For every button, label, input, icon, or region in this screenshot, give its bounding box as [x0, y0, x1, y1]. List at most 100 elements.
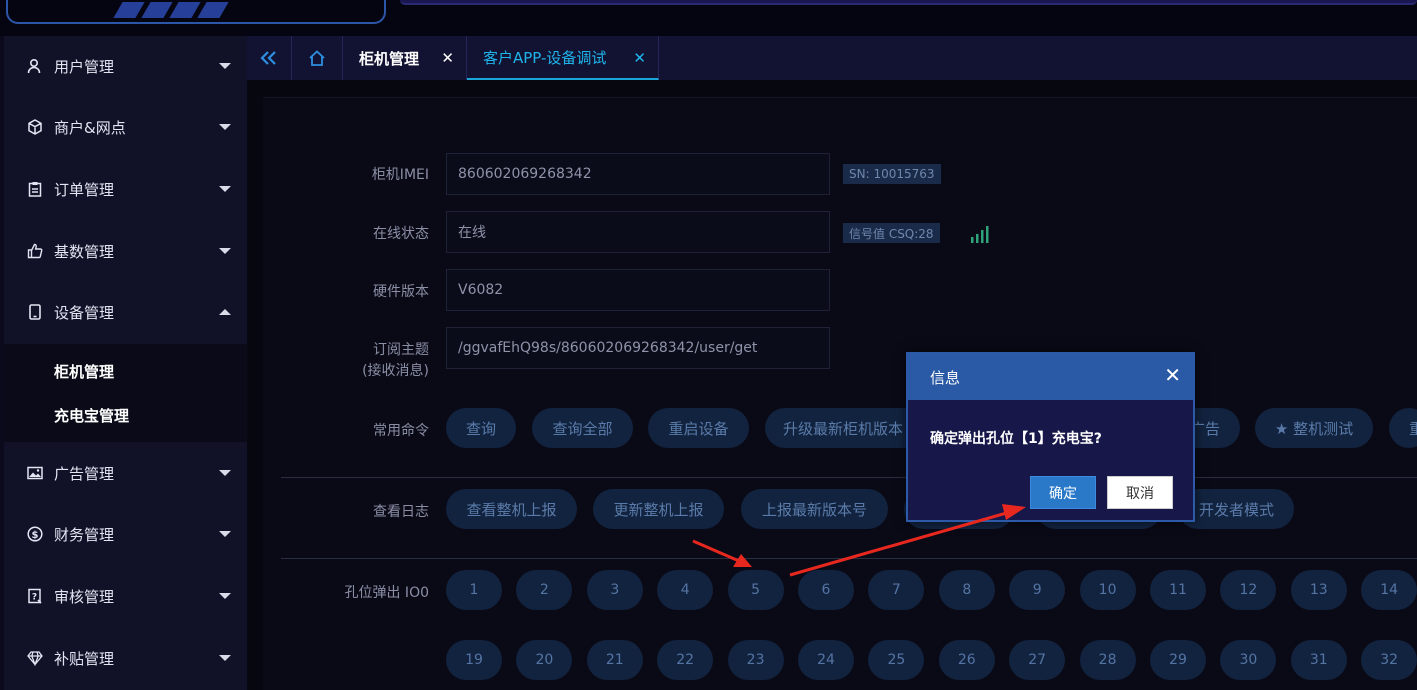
audit-icon: ?: [26, 587, 44, 605]
status-field[interactable]: 在线: [446, 211, 830, 253]
slot-button[interactable]: 20: [516, 640, 573, 680]
sidebar-item-label: 财务管理: [54, 525, 115, 544]
slot-button[interactable]: 26: [938, 640, 995, 680]
slot-button[interactable]: 9: [1009, 570, 1066, 610]
collapse-button[interactable]: [247, 36, 292, 80]
confirm-button[interactable]: 确定: [1030, 476, 1096, 509]
sidebar-item-subsidy[interactable]: 补贴管理: [4, 633, 247, 683]
dollar-icon: $: [26, 525, 44, 543]
slot-button[interactable]: 8: [938, 570, 995, 610]
sidebar-item-label: 审核管理: [54, 587, 115, 606]
chevron-down-icon: [219, 248, 231, 254]
home-button[interactable]: [292, 36, 343, 80]
slot-button[interactable]: 21: [586, 640, 643, 680]
dialog-header: 信息 ✕: [908, 354, 1193, 400]
query-button[interactable]: 查询: [446, 408, 516, 448]
logs-label: 查看日志: [373, 504, 429, 520]
chevron-down-icon: [219, 186, 231, 192]
slot-button[interactable]: 4: [657, 570, 714, 610]
restart-device-button[interactable]: 重启设备: [648, 408, 749, 448]
slot-button[interactable]: 29: [1150, 640, 1206, 680]
sidebar-item-devices[interactable]: 设备管理: [4, 287, 247, 337]
chevron-down-icon: [219, 63, 231, 69]
imei-label: 柜机IMEI: [371, 167, 429, 183]
sidebar-item-label: 广告管理: [54, 464, 115, 483]
slot-button[interactable]: 31: [1290, 640, 1347, 680]
full-test-button[interactable]: ★ 整机测试: [1255, 408, 1373, 448]
slot-button[interactable]: 10: [1079, 570, 1136, 610]
tab-label: 客户APP-设备调试: [483, 48, 607, 67]
svg-text:?: ?: [32, 593, 37, 603]
sidebar-item-base[interactable]: 基数管理: [4, 226, 247, 276]
slot-button[interactable]: 28: [1079, 640, 1136, 680]
sn-badge: SN: 10015763: [843, 164, 941, 184]
sidebar-item-label: 设备管理: [54, 303, 115, 322]
slot-button[interactable]: 23: [727, 640, 784, 680]
close-icon[interactable]: ✕: [633, 49, 646, 67]
topic-field[interactable]: /ggvafEhQ98s/860602069268342/user/get: [446, 327, 830, 369]
submenu-item-powerbank[interactable]: 充电宝管理: [54, 405, 129, 426]
slot-button[interactable]: 32: [1361, 640, 1417, 680]
chevron-up-icon: [219, 309, 231, 315]
slot-button[interactable]: 2: [516, 570, 573, 610]
sidebar-item-users[interactable]: 用户管理: [4, 41, 247, 91]
slot-button[interactable]: 12: [1220, 570, 1277, 610]
chevron-down-icon: [219, 593, 231, 599]
slot-button[interactable]: 27: [1009, 640, 1066, 680]
sidebar-item-audit[interactable]: ? 审核管理: [4, 571, 247, 621]
sidebar-item-ads[interactable]: 广告管理: [4, 448, 247, 498]
close-icon[interactable]: ✕: [441, 49, 454, 67]
slot-button[interactable]: 6: [798, 570, 854, 610]
slot-button[interactable]: 5: [727, 570, 784, 610]
signal-icon: [971, 226, 989, 243]
sidebar-item-label: 补贴管理: [54, 649, 115, 668]
divider: [281, 558, 1417, 559]
topic-label-line2: (接收消息): [362, 363, 429, 379]
svg-text:$: $: [32, 530, 39, 541]
submenu-item-cabinet[interactable]: 柜机管理: [54, 361, 114, 382]
sidebar-item-merchants[interactable]: 商户&网点: [4, 102, 247, 152]
chevron-down-icon: [219, 531, 231, 537]
slot-button[interactable]: 14: [1361, 570, 1417, 610]
slot-button[interactable]: 30: [1220, 640, 1277, 680]
upgrade-firmware-button[interactable]: 升级最新柜机版本: [765, 408, 925, 448]
slot-button[interactable]: 22: [657, 640, 714, 680]
imei-field[interactable]: 860602069268342: [446, 153, 830, 195]
image-icon: [26, 464, 44, 482]
slot-button[interactable]: 1: [446, 570, 502, 610]
tab-cabinet[interactable]: 柜机管理 ✕: [343, 36, 467, 80]
cancel-button[interactable]: 取消: [1107, 476, 1173, 509]
commands-label: 常用命令: [373, 423, 429, 439]
update-report-button[interactable]: 更新整机上报: [593, 489, 724, 529]
tab-device-debug[interactable]: 客户APP-设备调试 ✕: [467, 36, 659, 80]
slot-button[interactable]: 24: [798, 640, 854, 680]
sidebar-item-orders[interactable]: 订单管理: [4, 164, 247, 214]
user-icon: [26, 57, 44, 75]
slot-button[interactable]: 25: [868, 640, 925, 680]
query-all-button[interactable]: 查询全部: [532, 408, 633, 448]
sidebar-item-finance[interactable]: $ 财务管理: [4, 509, 247, 559]
view-report-button[interactable]: 查看整机上报: [446, 489, 577, 529]
tab-label: 柜机管理: [359, 49, 420, 68]
report-version-button[interactable]: 上报最新版本号: [741, 489, 888, 529]
dialog-message: 确定弹出孔位【1】充电宝?: [930, 431, 1102, 447]
close-icon[interactable]: ✕: [1164, 365, 1181, 385]
signal-badge: 信号值 CSQ:28: [843, 223, 940, 243]
device-submenu: 柜机管理 充电宝管理: [4, 344, 247, 442]
clipboard-icon: [26, 180, 44, 198]
double-chevron-left-icon: [260, 51, 276, 65]
slot-button[interactable]: 11: [1150, 570, 1206, 610]
chevron-down-icon: [219, 655, 231, 661]
slot-button[interactable]: 7: [868, 570, 925, 610]
hardware-field[interactable]: V6082: [446, 269, 830, 311]
developer-mode-button[interactable]: 开发者模式: [1178, 489, 1294, 529]
slot-button[interactable]: 13: [1290, 570, 1347, 610]
slot-button[interactable]: 3: [586, 570, 643, 610]
tablet-icon: [26, 303, 44, 321]
slots-label: 孔位弹出 IO0: [344, 585, 429, 601]
status-label: 在线状态: [373, 226, 429, 242]
slot-button[interactable]: 19: [446, 640, 502, 680]
dialog-title: 信息: [930, 368, 961, 387]
divider: [281, 477, 1417, 478]
sidebar-item-label: 商户&网点: [54, 118, 126, 137]
